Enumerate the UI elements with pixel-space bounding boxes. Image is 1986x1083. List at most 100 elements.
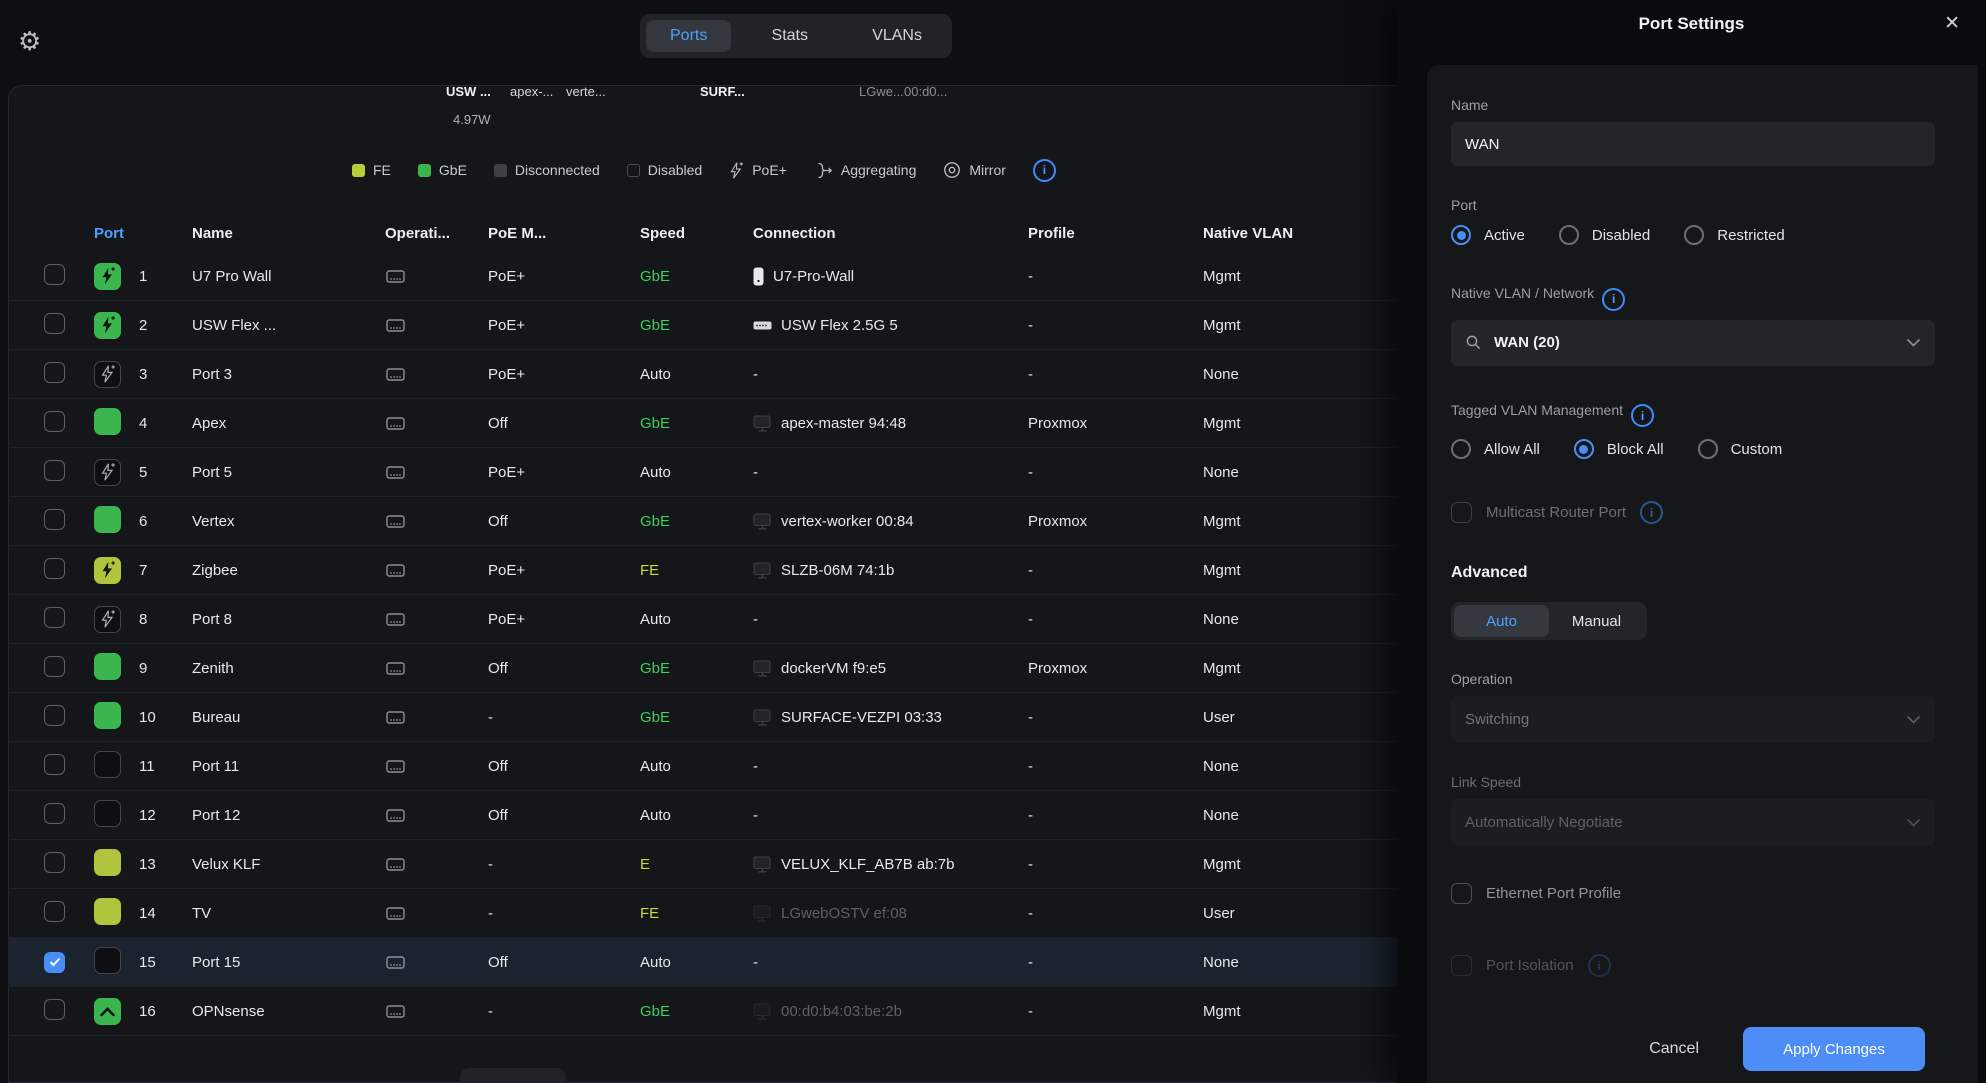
operation-cell bbox=[385, 464, 488, 481]
table-row[interactable]: 13Velux KLF-EVELUX_KLF_AB7B ab:7b-Mgmt bbox=[8, 840, 1397, 889]
column-header-poe[interactable]: PoE M... bbox=[488, 225, 640, 242]
tagged-vlan-radio-block-all[interactable]: Block All bbox=[1574, 439, 1664, 459]
tab-vlans[interactable]: VLANs bbox=[848, 20, 946, 52]
link-speed-select[interactable]: Automatically Negotiate bbox=[1451, 799, 1935, 845]
table-row[interactable]: 5Port 5PoE+Auto--None bbox=[8, 448, 1397, 497]
cancel-button[interactable]: Cancel bbox=[1649, 1040, 1699, 1058]
table-row[interactable]: 1U7 Pro WallPoE+GbEU7-Pro-Wall-Mgmt bbox=[8, 252, 1397, 301]
table-row[interactable]: 2USW Flex ...PoE+GbEUSW Flex 2.5G 5-Mgmt bbox=[8, 301, 1397, 350]
panel-title: Port Settings bbox=[1397, 14, 1986, 34]
connection-cell: - bbox=[753, 954, 1028, 971]
table-row[interactable]: 3Port 3PoE+Auto--None bbox=[8, 350, 1397, 399]
profile-value: - bbox=[1028, 709, 1203, 726]
mode-manual-button[interactable]: Manual bbox=[1549, 605, 1644, 637]
multicast-router-checkbox-row[interactable]: Multicast Router Port i bbox=[1451, 501, 1935, 524]
ethernet-port-profile-checkbox-row[interactable]: Ethernet Port Profile bbox=[1451, 883, 1935, 904]
row-checkbox[interactable] bbox=[44, 656, 65, 677]
row-checkbox[interactable] bbox=[44, 803, 65, 824]
row-checkbox[interactable] bbox=[44, 558, 65, 579]
table-row[interactable]: 16OPNsense-GbE00:d0:b4:03:be:2b-Mgmt bbox=[8, 987, 1397, 1036]
operation-cell bbox=[385, 807, 488, 824]
native-vlan-value: Mgmt bbox=[1203, 856, 1397, 873]
native-vlan-value: Mgmt bbox=[1203, 513, 1397, 530]
table-row[interactable]: 15Port 15OffAuto--None bbox=[8, 938, 1397, 987]
checkbox-icon bbox=[1451, 502, 1472, 523]
row-checkbox[interactable] bbox=[44, 705, 65, 726]
checkbox-icon bbox=[1451, 955, 1472, 976]
device-power-draw: 4.97W bbox=[453, 112, 491, 127]
table-row[interactable]: 11Port 11OffAuto--None bbox=[8, 742, 1397, 791]
column-header-speed[interactable]: Speed bbox=[640, 225, 753, 242]
port-name: Port 12 bbox=[192, 807, 385, 824]
apply-changes-button[interactable]: Apply Changes bbox=[1743, 1027, 1925, 1071]
row-checkbox[interactable] bbox=[44, 313, 65, 334]
speed-value: Auto bbox=[640, 366, 753, 383]
gear-icon[interactable]: ⚙ bbox=[18, 26, 41, 57]
table-scroll-pill[interactable] bbox=[460, 1068, 566, 1083]
connection-cell: U7-Pro-Wall bbox=[753, 267, 1028, 286]
row-checkbox[interactable] bbox=[44, 852, 65, 873]
port-name: Port 3 bbox=[192, 366, 385, 383]
column-header-operation[interactable]: Operati... bbox=[385, 225, 488, 242]
table-body: 1U7 Pro WallPoE+GbEU7-Pro-Wall-Mgmt2USW … bbox=[8, 252, 1397, 1036]
table-row[interactable]: 10Bureau-GbESURFACE-VEZPI 03:33-User bbox=[8, 693, 1397, 742]
column-header-vlan[interactable]: Native VLAN bbox=[1203, 225, 1397, 242]
tab-stats[interactable]: Stats bbox=[748, 20, 832, 52]
name-value: WAN bbox=[1465, 136, 1499, 153]
row-checkbox[interactable] bbox=[44, 264, 65, 285]
port-legend: FEGbEDisconnectedDisabledPoE+Aggregating… bbox=[352, 157, 1056, 183]
port-state-radio-disabled[interactable]: Disabled bbox=[1559, 225, 1650, 245]
legend-label: Mirror bbox=[969, 162, 1006, 178]
mode-auto-button[interactable]: Auto bbox=[1454, 605, 1549, 637]
column-header-port[interactable]: Port bbox=[94, 225, 192, 242]
row-checkbox[interactable] bbox=[44, 952, 65, 973]
port-name: Bureau bbox=[192, 709, 385, 726]
row-checkbox[interactable] bbox=[44, 509, 65, 530]
switch-operation-icon bbox=[385, 562, 488, 579]
port-number: 1 bbox=[139, 268, 192, 285]
radio-label: Disabled bbox=[1592, 227, 1650, 244]
info-icon[interactable]: i bbox=[1602, 288, 1625, 311]
row-checkbox[interactable] bbox=[44, 411, 65, 432]
operation-cell bbox=[385, 317, 488, 334]
connection-cell: SURFACE-VEZPI 03:33 bbox=[753, 709, 1028, 726]
tagged-vlan-radio-custom[interactable]: Custom bbox=[1698, 439, 1783, 459]
port-state-radio-restricted[interactable]: Restricted bbox=[1684, 225, 1785, 245]
info-icon[interactable]: i bbox=[1033, 159, 1056, 182]
table-row[interactable]: 6VertexOffGbEvertex-worker 00:84ProxmoxM… bbox=[8, 497, 1397, 546]
tab-ports[interactable]: Ports bbox=[646, 20, 731, 52]
profile-value: Proxmox bbox=[1028, 660, 1203, 677]
table-row[interactable]: 14TV-FELGwebOSTV ef:08-User bbox=[8, 889, 1397, 938]
row-checkbox[interactable] bbox=[44, 754, 65, 775]
operation-select[interactable]: Switching bbox=[1451, 696, 1935, 742]
info-icon[interactable]: i bbox=[1631, 404, 1654, 427]
name-input[interactable]: WAN bbox=[1451, 122, 1935, 166]
table-row[interactable]: 8Port 8PoE+Auto--None bbox=[8, 595, 1397, 644]
legend-label: Aggregating bbox=[841, 162, 917, 178]
legend-label: FE bbox=[373, 162, 391, 178]
table-row[interactable]: 9ZenithOffGbEdockerVM f9:e5ProxmoxMgmt bbox=[8, 644, 1397, 693]
row-checkbox[interactable] bbox=[44, 999, 65, 1020]
column-header-connection[interactable]: Connection bbox=[753, 225, 1028, 242]
switch-operation-icon bbox=[385, 317, 488, 334]
column-header-profile[interactable]: Profile bbox=[1028, 225, 1203, 242]
table-row[interactable]: 12Port 12OffAuto--None bbox=[8, 791, 1397, 840]
table-row[interactable]: 7ZigbeePoE+FESLZB-06M 74:1b-Mgmt bbox=[8, 546, 1397, 595]
port-number: 8 bbox=[139, 611, 192, 628]
row-checkbox[interactable] bbox=[44, 901, 65, 922]
profile-value: - bbox=[1028, 856, 1203, 873]
column-header-name[interactable]: Name bbox=[192, 225, 385, 242]
port-state-radio-active[interactable]: Active bbox=[1451, 225, 1525, 245]
port-isolation-checkbox-row[interactable]: Port Isolation i bbox=[1451, 954, 1935, 977]
operation-cell bbox=[385, 562, 488, 579]
tagged-vlan-radio-allow-all[interactable]: Allow All bbox=[1451, 439, 1540, 459]
operation-cell bbox=[385, 513, 488, 530]
table-row[interactable]: 4ApexOffGbEapex-master 94:48ProxmoxMgmt bbox=[8, 399, 1397, 448]
row-checkbox[interactable] bbox=[44, 607, 65, 628]
row-checkbox[interactable] bbox=[44, 362, 65, 383]
close-icon[interactable]: ✕ bbox=[1944, 12, 1960, 35]
native-vlan-select[interactable]: WAN (20) bbox=[1451, 320, 1935, 366]
port-state-radio-group: Active Disabled Restricted bbox=[1451, 225, 1935, 245]
switch-operation-icon bbox=[385, 807, 488, 824]
row-checkbox[interactable] bbox=[44, 460, 65, 481]
